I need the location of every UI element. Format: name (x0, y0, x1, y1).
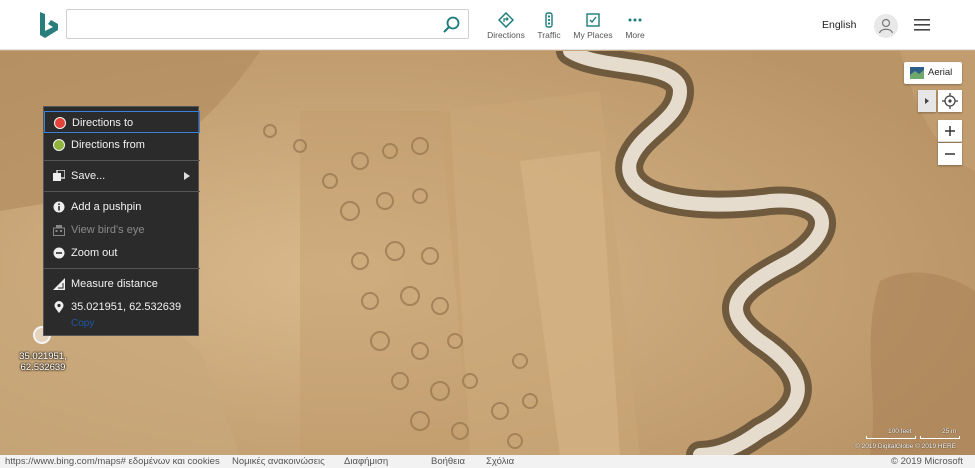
my-places-icon (586, 13, 600, 27)
ruler-icon (53, 278, 65, 290)
menu-icon[interactable] (914, 18, 930, 32)
locate-me-button[interactable] (938, 90, 962, 112)
menu-divider (44, 160, 200, 161)
scale-bar-meters (920, 436, 960, 439)
bing-logo-icon[interactable] (34, 10, 62, 40)
menu-item-view-birds-eye: View bird's eye (44, 219, 200, 241)
scale-bar-feet (866, 436, 916, 439)
search-input[interactable] (75, 14, 435, 34)
pin-label-line-1: 35.021951, (19, 351, 67, 362)
menu-item-add-pushpin[interactable]: Add a pushpin (44, 196, 200, 218)
birds-eye-icon (53, 225, 65, 236)
search-box[interactable] (66, 9, 469, 39)
red-dot-icon (54, 117, 66, 129)
imagery-attribution: © 2019 DigitalGlobe © 2019 HERE (855, 443, 956, 450)
menu-item-save[interactable]: Save... (44, 165, 200, 187)
map-style-button[interactable]: Aerial (904, 62, 962, 84)
coordinates-text: 35.021951, 62.532639 (71, 301, 182, 313)
chevron-right-icon (925, 98, 929, 104)
minus-circle-icon (53, 247, 65, 259)
pin-label-line-2: 62.532639 (20, 362, 66, 373)
menu-divider (44, 268, 200, 269)
save-icon (53, 170, 65, 181)
user-icon (878, 18, 894, 34)
menu-divider (44, 191, 200, 192)
more-button[interactable]: More (611, 12, 659, 44)
pin-coordinates-label: 35.021951, 62.532639 (12, 351, 74, 373)
scale-meters-label: 25 m (942, 428, 957, 435)
more-icon (628, 18, 642, 22)
menu-item-measure-distance[interactable]: Measure distance (44, 273, 200, 295)
menu-item-label: Zoom out (71, 247, 118, 259)
minus-icon (945, 153, 955, 155)
menu-item-label: Directions from (71, 139, 145, 151)
language-selector[interactable]: English (822, 19, 856, 31)
footer-link-feedback[interactable]: Σχόλια (486, 456, 514, 467)
my-places-button[interactable]: My Places (569, 12, 617, 44)
footer-link-help[interactable]: Βοήθεια (431, 456, 465, 467)
menu-item-label: Measure distance (71, 278, 158, 290)
more-label: More (625, 30, 645, 40)
status-url: https://www.bing.com/maps# εδομένων και … (5, 456, 220, 467)
location-pin-icon (54, 301, 64, 313)
top-bar: Directions Traffic My Places More Englis… (0, 0, 975, 50)
menu-item-directions-from[interactable]: Directions from (44, 134, 200, 156)
zoom-in-button[interactable] (938, 120, 962, 142)
footer-link-legal[interactable]: Νομικές ανακοινώσεις (232, 456, 325, 467)
traffic-label: Traffic (537, 30, 561, 40)
directions-button[interactable]: Directions (482, 12, 530, 44)
chevron-right-icon (184, 172, 190, 180)
directions-icon (498, 12, 514, 28)
expand-controls-button[interactable] (918, 90, 936, 112)
scale-feet-label: 100 feet (888, 428, 912, 435)
copy-coordinates-link[interactable]: Copy (71, 318, 94, 329)
menu-item-label: Directions to (72, 117, 134, 129)
context-menu: Directions to Directions from Save... Ad… (43, 106, 200, 336)
footer-link-advertise[interactable]: Διαφήμιση (344, 456, 388, 467)
traffic-icon (545, 12, 553, 28)
aerial-label: Aerial (928, 67, 953, 78)
menu-item-coordinates[interactable]: 35.021951, 62.532639 (44, 296, 200, 318)
menu-item-label: Add a pushpin (71, 201, 142, 213)
avatar[interactable] (874, 14, 898, 38)
aerial-map-icon (910, 67, 924, 79)
info-icon (53, 201, 65, 213)
menu-item-label: View bird's eye (71, 224, 145, 236)
footer: https://www.bing.com/maps# εδομένων και … (0, 455, 975, 468)
copyright: © 2019 Microsoft (891, 456, 963, 467)
green-dot-icon (53, 139, 65, 151)
locate-icon (942, 93, 958, 109)
search-icon[interactable] (442, 15, 462, 35)
menu-item-label: Save... (71, 170, 106, 182)
menu-item-directions-to[interactable]: Directions to (44, 111, 200, 133)
plus-icon (945, 126, 955, 136)
directions-label: Directions (487, 30, 525, 40)
traffic-button[interactable]: Traffic (525, 12, 573, 44)
my-places-label: My Places (573, 30, 613, 40)
zoom-out-button[interactable] (938, 143, 962, 165)
menu-item-zoom-out[interactable]: Zoom out (44, 242, 200, 264)
